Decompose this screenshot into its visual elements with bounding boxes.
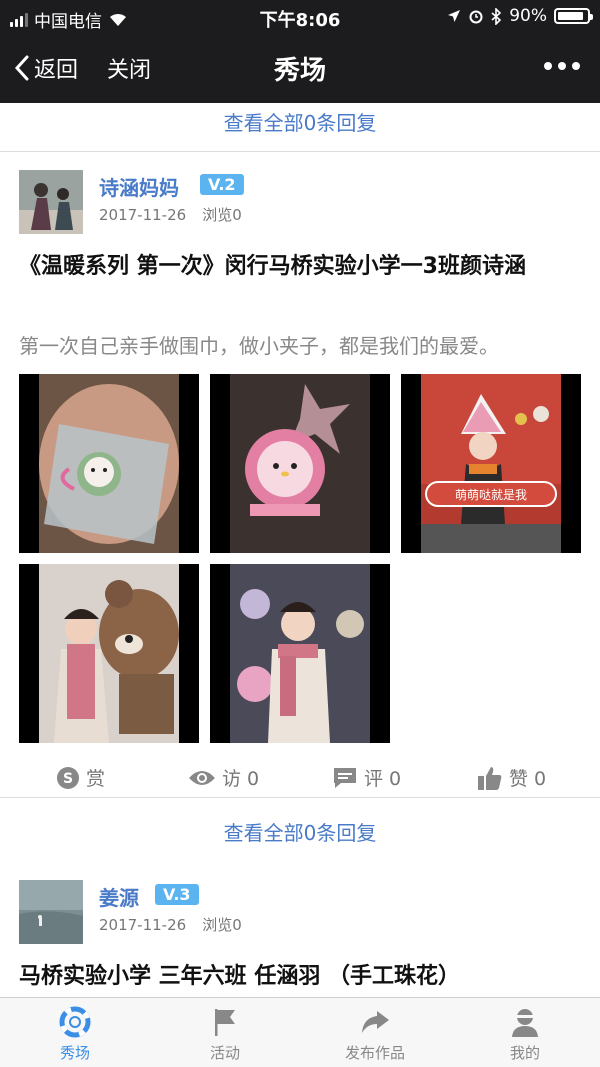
tab-label: 秀场 — [59, 1044, 90, 1062]
comments-button[interactable]: 评 0 — [332, 764, 401, 791]
tab-label: 我的 — [509, 1044, 540, 1062]
view-all-replies-link[interactable]: 查看全部0条回复 — [0, 817, 600, 846]
tab-label: 发布作品 — [344, 1044, 405, 1062]
svg-text:S: S — [63, 771, 73, 787]
flag-icon — [215, 1009, 235, 1036]
divider — [0, 797, 600, 798]
post-title[interactable]: 《温暖系列 第一次》闵行马桥实验小学一3班颜诗涵 — [19, 248, 579, 285]
tab-activities[interactable]: 活动 — [175, 1006, 275, 1063]
author-row: 姜源 V.3 2017-11-26 浏览0 — [19, 880, 579, 944]
battery-icon — [554, 8, 593, 24]
post-photo[interactable] — [19, 564, 199, 743]
navigation-bar: 返回 关闭 秀场 — [0, 34, 600, 103]
photo-sign-text: 萌萌哒就是我 — [455, 488, 527, 502]
tab-bar: 秀场 活动 发布作品 我的 — [0, 997, 600, 1067]
thumbs-up-icon — [478, 766, 502, 790]
likes-count: 赞 0 — [509, 768, 547, 790]
like-button[interactable]: 赞 0 — [477, 764, 546, 791]
post-meta: 2017-11-26 浏览0 — [99, 914, 242, 935]
page-title: 秀场 — [273, 56, 326, 86]
more-options-icon[interactable] — [544, 62, 580, 70]
level-badge: V.2 — [200, 174, 244, 195]
post-title[interactable]: 马桥实验小学 三年六班 任涵羽 （手工珠花） — [19, 958, 579, 995]
post-actions: S 赏 访 0 评 0 赞 0 — [0, 760, 600, 800]
view-all-replies-link[interactable]: 查看全部0条回复 — [0, 107, 600, 136]
post-date: 2017-11-26 — [99, 206, 187, 224]
tab-showcase[interactable]: 秀场 — [25, 1006, 125, 1063]
post-photo[interactable] — [210, 374, 390, 553]
author-name[interactable]: 诗涵妈妈 — [99, 172, 179, 201]
avatar[interactable] — [19, 170, 83, 234]
post-meta: 2017-11-26 浏览0 — [99, 204, 242, 225]
skype-icon: S — [57, 766, 79, 789]
user-icon — [512, 1009, 538, 1037]
author-row: 诗涵妈妈 V.2 2017-11-26 浏览0 — [19, 170, 579, 234]
level-badge: V.3 — [155, 884, 199, 905]
visits-button[interactable]: 访 0 — [188, 764, 259, 791]
post-photo[interactable]: 萌萌哒就是我 — [401, 374, 581, 553]
alarm-clock-icon — [469, 10, 483, 24]
battery-percent: 90% — [509, 6, 547, 26]
post-photo[interactable] — [19, 374, 199, 553]
tab-label: 活动 — [209, 1044, 240, 1062]
author-name[interactable]: 姜源 — [99, 882, 139, 911]
eye-icon — [189, 770, 215, 785]
visits-count: 访 0 — [222, 768, 260, 790]
reward-button[interactable]: S 赏 — [56, 764, 105, 791]
post-date: 2017-11-26 — [99, 916, 187, 934]
view-count: 浏览0 — [202, 206, 242, 224]
post-description: 第一次自己亲手做围巾，做小夹子，都是我们的最爱。 — [19, 334, 499, 358]
view-count: 浏览0 — [202, 916, 242, 934]
location-arrow-icon — [448, 10, 461, 22]
status-bar: 中国电信 下午8:06 90% — [0, 0, 600, 34]
avatar[interactable] — [19, 880, 83, 944]
tab-publish[interactable]: 发布作品 — [325, 1006, 425, 1063]
bluetooth-icon — [491, 7, 502, 25]
share-arrow-icon — [362, 1011, 389, 1033]
lifebuoy-icon — [59, 1006, 91, 1038]
divider — [0, 151, 600, 152]
post-photo[interactable] — [210, 564, 390, 743]
comment-icon — [334, 767, 356, 788]
reward-label: 赏 — [86, 768, 106, 790]
tab-mine[interactable]: 我的 — [475, 1006, 575, 1063]
feed[interactable]: 查看全部0条回复 诗涵妈妈 V.2 2017-11-26 浏览0 《温暖系列 第一… — [0, 103, 600, 997]
comments-count: 评 0 — [364, 768, 402, 790]
